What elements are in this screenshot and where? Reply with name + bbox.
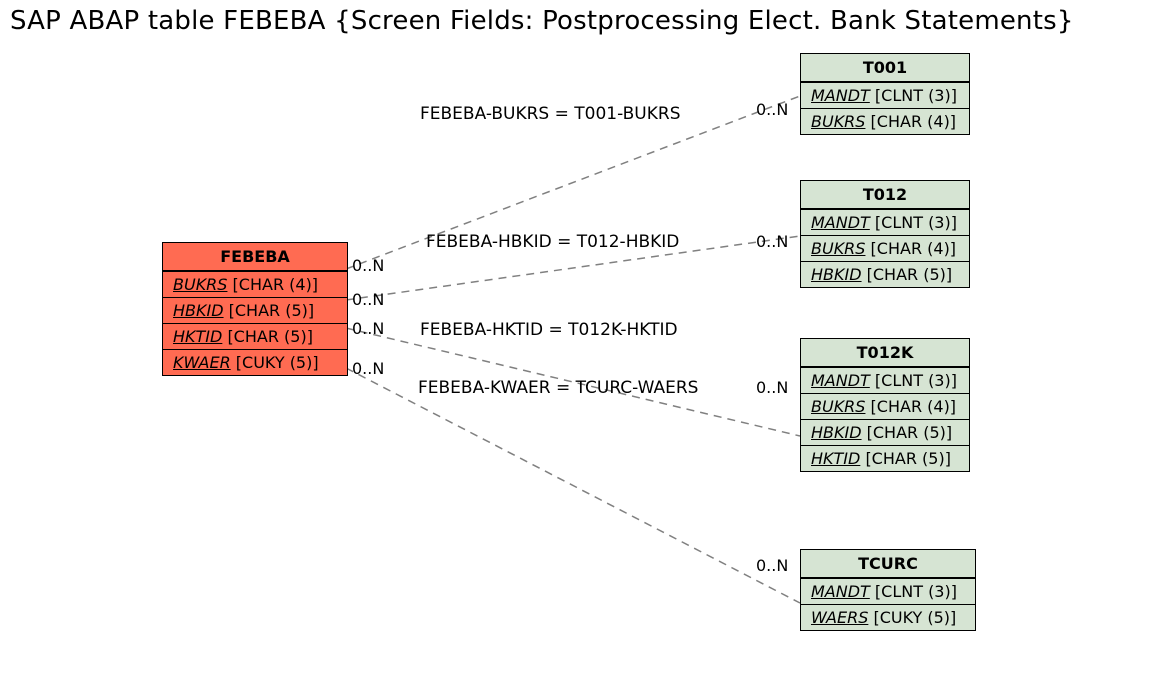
febeba-field-0-name: BUKRS [173, 275, 227, 294]
t012k-field-0-name: MANDT [811, 371, 870, 390]
t012k-field-0-type: [CLNT (3)] [875, 371, 957, 390]
entity-t012-header: T012 [801, 181, 969, 209]
relation-0-dst-card: 0..N [756, 100, 788, 119]
relation-2-dst-card: 0..N [756, 378, 788, 397]
entity-tcurc-header: TCURC [801, 550, 975, 578]
t012-field-2-type: [CHAR (5)] [867, 265, 953, 284]
t012k-field-3-name: HKTID [811, 449, 860, 468]
relation-2-src-card: 0..N [352, 319, 384, 338]
entity-t012k-header: T012K [801, 339, 969, 367]
relation-3-dst-card: 0..N [756, 556, 788, 575]
t012-field-1-name: BUKRS [811, 239, 865, 258]
febeba-field-3-name: KWAER [173, 353, 231, 372]
t012k-field-2-type: [CHAR (5)] [867, 423, 953, 442]
t001-field-1-name: BUKRS [811, 112, 865, 131]
diagram-title: SAP ABAP table FEBEBA {Screen Fields: Po… [10, 6, 1074, 36]
febeba-field-3-type: [CUKY (5)] [236, 353, 319, 372]
tcurc-field-1-name: WAERS [811, 608, 868, 627]
tcurc-field-0-name: MANDT [811, 582, 870, 601]
entity-t012: T012 MANDT [CLNT (3)] BUKRS [CHAR (4)] H… [800, 180, 970, 288]
t012-field-0-type: [CLNT (3)] [875, 213, 957, 232]
febeba-field-1-name: HBKID [173, 301, 224, 320]
entity-t001: T001 MANDT [CLNT (3)] BUKRS [CHAR (4)] [800, 53, 970, 135]
febeba-field-2-name: HKTID [173, 327, 222, 346]
t012k-field-2-name: HBKID [811, 423, 862, 442]
entity-tcurc: TCURC MANDT [CLNT (3)] WAERS [CUKY (5)] [800, 549, 976, 631]
relation-1-dst-card: 0..N [756, 232, 788, 251]
t012-field-2-name: HBKID [811, 265, 862, 284]
febeba-field-1-type: [CHAR (5)] [229, 301, 315, 320]
relation-0-src-card: 0..N [352, 256, 384, 275]
febeba-field-2-type: [CHAR (5)] [227, 327, 313, 346]
t001-field-0-type: [CLNT (3)] [875, 86, 957, 105]
relation-3-label: FEBEBA-KWAER = TCURC-WAERS [418, 378, 698, 398]
t001-field-1-type: [CHAR (4)] [871, 112, 957, 131]
relation-1-label: FEBEBA-HBKID = T012-HBKID [426, 232, 679, 252]
t012k-field-3-type: [CHAR (5)] [865, 449, 951, 468]
entity-febeba-header: FEBEBA [163, 243, 347, 271]
entity-t012k: T012K MANDT [CLNT (3)] BUKRS [CHAR (4)] … [800, 338, 970, 472]
t012-field-1-type: [CHAR (4)] [871, 239, 957, 258]
t012k-field-1-type: [CHAR (4)] [871, 397, 957, 416]
relation-3-src-card: 0..N [352, 359, 384, 378]
relation-1-src-card: 0..N [352, 290, 384, 309]
tcurc-field-1-type: [CUKY (5)] [873, 608, 956, 627]
relation-2-label: FEBEBA-HKTID = T012K-HKTID [420, 320, 678, 340]
tcurc-field-0-type: [CLNT (3)] [875, 582, 957, 601]
febeba-field-0-type: [CHAR (4)] [233, 275, 319, 294]
t012k-field-1-name: BUKRS [811, 397, 865, 416]
t012-field-0-name: MANDT [811, 213, 870, 232]
entity-t001-header: T001 [801, 54, 969, 82]
relation-0-label: FEBEBA-BUKRS = T001-BUKRS [420, 104, 681, 124]
entity-febeba: FEBEBA BUKRS [CHAR (4)] HBKID [CHAR (5)]… [162, 242, 348, 376]
t001-field-0-name: MANDT [811, 86, 870, 105]
